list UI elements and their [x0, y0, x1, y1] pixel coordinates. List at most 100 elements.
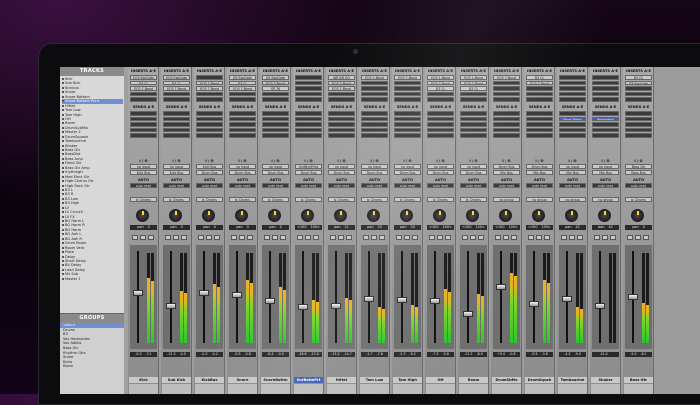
insert-slot[interactable]: [361, 80, 388, 85]
insert-slot[interactable]: [361, 86, 388, 91]
comments-box[interactable]: [162, 384, 191, 394]
record-button[interactable]: [610, 235, 616, 240]
output-selector[interactable]: Mix Bus: [526, 170, 553, 175]
solo-button[interactable]: [627, 235, 633, 240]
send-slot[interactable]: [625, 122, 652, 127]
send-slot[interactable]: [526, 111, 553, 116]
solo-button[interactable]: [165, 235, 171, 240]
track-show-icon[interactable]: [62, 277, 64, 280]
record-button[interactable]: [379, 235, 385, 240]
mute-button[interactable]: [602, 235, 608, 240]
track-show-icon[interactable]: [62, 157, 64, 160]
track-show-icon[interactable]: [62, 206, 64, 209]
input-selector[interactable]: Kick Bus: [196, 164, 223, 169]
insert-slot[interactable]: EQ3 7-Band: [394, 75, 421, 80]
send-slot[interactable]: [262, 122, 289, 127]
comments-box[interactable]: [393, 384, 422, 394]
track-show-icon[interactable]: [62, 175, 64, 178]
send-slot[interactable]: [328, 127, 355, 132]
send-slot[interactable]: [229, 133, 256, 138]
insert-slot[interactable]: [361, 91, 388, 96]
send-slot[interactable]: [361, 122, 388, 127]
insert-slot[interactable]: D3 CL: [460, 86, 487, 91]
volume-fader[interactable]: [364, 295, 374, 302]
send-slot[interactable]: [592, 127, 619, 132]
insert-slot[interactable]: [493, 91, 520, 96]
send-slot[interactable]: [460, 127, 487, 132]
insert-slot[interactable]: [262, 97, 289, 102]
send-slot[interactable]: [130, 122, 157, 127]
track-show-icon[interactable]: [62, 188, 64, 191]
output-selector[interactable]: Mix Bus: [592, 170, 619, 175]
automation-mode[interactable]: auto read: [427, 183, 454, 188]
track-show-icon[interactable]: [62, 197, 64, 200]
group-list-item[interactable]: Room: [60, 364, 124, 369]
insert-slot[interactable]: D3 CL: [526, 75, 553, 80]
send-slot[interactable]: [229, 127, 256, 132]
solo-button[interactable]: [330, 235, 336, 240]
track-show-icon[interactable]: [62, 220, 64, 222]
send-slot[interactable]: [328, 133, 355, 138]
send-slot[interactable]: [625, 116, 652, 121]
solo-button[interactable]: [396, 235, 402, 240]
solo-button[interactable]: [594, 235, 600, 240]
insert-slot[interactable]: D3 ExpGate: [229, 75, 256, 80]
insert-slot[interactable]: [559, 75, 586, 80]
send-slot[interactable]: [130, 127, 157, 132]
volume-fader[interactable]: [529, 300, 539, 307]
insert-slot[interactable]: [592, 97, 619, 102]
record-button[interactable]: [511, 235, 517, 240]
send-slot[interactable]: [559, 133, 586, 138]
insert-slot[interactable]: [427, 91, 454, 96]
volume-fader[interactable]: [331, 302, 341, 309]
send-slot[interactable]: [460, 122, 487, 127]
track-show-icon[interactable]: [62, 95, 64, 98]
mute-button[interactable]: [140, 235, 146, 240]
send-slot[interactable]: [295, 127, 322, 132]
insert-slot[interactable]: [196, 75, 223, 80]
insert-slot[interactable]: [427, 97, 454, 102]
send-slot[interactable]: [493, 111, 520, 116]
mute-button[interactable]: [206, 235, 212, 240]
insert-slot[interactable]: EQ3 1-Band: [427, 75, 454, 80]
comments-box[interactable]: [591, 384, 620, 394]
volume-fader[interactable]: [430, 298, 440, 305]
mute-button[interactable]: [536, 235, 542, 240]
send-slot[interactable]: Short Delay: [559, 116, 586, 121]
insert-slot[interactable]: D3 CL: [427, 86, 454, 91]
group-selector[interactable]: b: Drums: [394, 197, 421, 202]
track-show-icon[interactable]: [62, 135, 64, 138]
track-show-icon[interactable]: [62, 224, 64, 227]
volume-fader[interactable]: [496, 283, 506, 290]
track-show-icon[interactable]: [62, 78, 64, 80]
send-slot[interactable]: [196, 111, 223, 116]
track-show-icon[interactable]: [62, 109, 64, 112]
group-selector[interactable]: b: Drums: [130, 197, 157, 202]
send-slot[interactable]: [394, 116, 421, 121]
input-selector[interactable]: no input: [427, 164, 454, 169]
pan-knob[interactable]: [202, 209, 215, 222]
input-selector[interactable]: no input: [592, 164, 619, 169]
insert-slot[interactable]: [196, 91, 223, 96]
record-button[interactable]: [577, 235, 583, 240]
solo-button[interactable]: [132, 235, 138, 240]
track-name[interactable]: DrumSqush: [525, 377, 554, 383]
track-name[interactable]: Snare: [228, 377, 257, 383]
insert-slot[interactable]: EQ3 ExpGate: [163, 75, 190, 80]
track-show-icon[interactable]: [62, 166, 64, 169]
record-button[interactable]: [445, 235, 451, 240]
input-selector[interactable]: no input: [328, 164, 355, 169]
input-selector[interactable]: no input: [130, 164, 157, 169]
solo-button[interactable]: [231, 235, 237, 240]
track-show-icon[interactable]: [62, 242, 64, 245]
send-slot[interactable]: [493, 127, 520, 132]
track-name[interactable]: Shaker: [591, 377, 620, 383]
track-show-icon[interactable]: [62, 246, 64, 249]
insert-slot[interactable]: [559, 80, 586, 85]
send-slot[interactable]: [625, 111, 652, 116]
insert-slot[interactable]: [493, 97, 520, 102]
insert-slot[interactable]: EQ3 7-Band: [526, 80, 553, 85]
track-show-icon[interactable]: [62, 251, 64, 254]
comments-box[interactable]: [558, 384, 587, 394]
insert-slot[interactable]: [460, 97, 487, 102]
